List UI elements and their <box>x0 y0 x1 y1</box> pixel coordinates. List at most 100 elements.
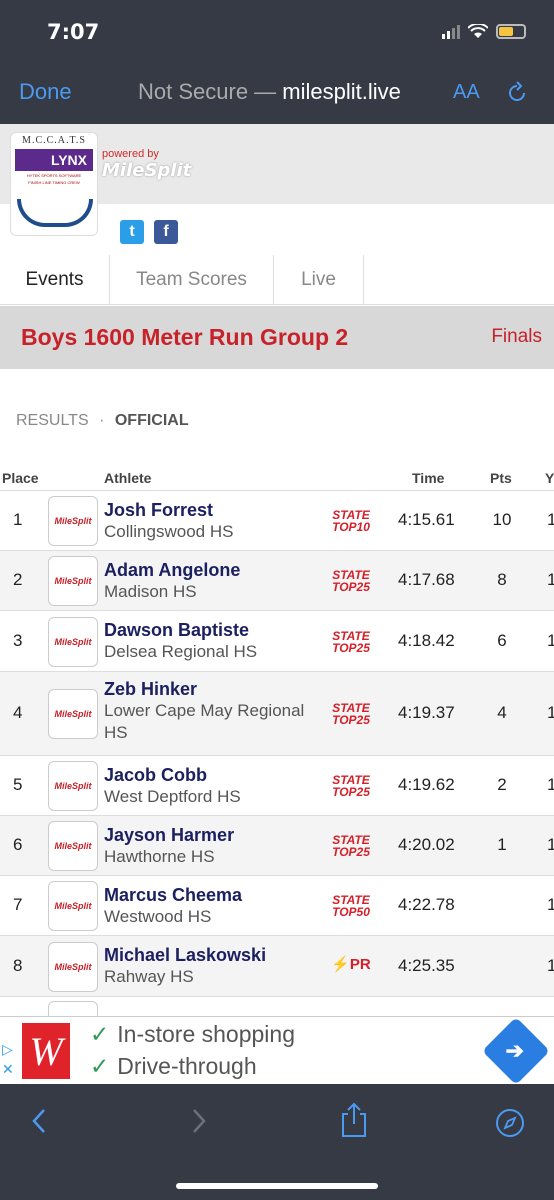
browser-bar: Done Not Secure — milesplit.live AA <box>0 62 554 124</box>
school-name[interactable]: Lower Cape May Regional HS <box>104 700 309 744</box>
rank-line-2: TOP25 <box>332 785 370 799</box>
state-rank-badge: STATE TOP50 <box>330 894 372 918</box>
state-rank-badge: STATE TOP10 <box>330 509 372 533</box>
milesplit-badge[interactable]: MileSplit <box>48 617 98 667</box>
time-cell: 4:15.61 <box>398 510 455 529</box>
wifi-icon <box>468 24 488 38</box>
battery-icon <box>496 24 526 39</box>
col-pts: Pts <box>490 470 512 486</box>
school-name[interactable]: West Deptford HS <box>104 786 309 808</box>
twitter-icon[interactable]: t <box>120 220 144 244</box>
walgreens-logo: W <box>22 1023 70 1079</box>
rank-line-2: TOP25 <box>332 641 370 655</box>
results-official: OFFICIAL <box>114 412 189 429</box>
tab-live[interactable]: Live <box>274 255 364 305</box>
table-row-partial: MileSplit <box>0 996 554 1051</box>
powered-by: powered by MileSplit <box>102 148 191 181</box>
directions-icon[interactable]: ➔ <box>482 1017 550 1085</box>
points-cell: 4 <box>497 703 507 722</box>
share-icon[interactable] <box>339 1102 369 1138</box>
athlete-name[interactable]: Josh Forrest <box>104 499 309 521</box>
points-cell: 6 <box>497 631 507 650</box>
athlete-name[interactable]: Dawson Baptiste <box>104 619 309 641</box>
ad-banner[interactable]: ▷ ✕ W ✓ In-store shopping ✓ Drive-through ➔ <box>0 1016 554 1085</box>
time-cell: 4:25.35 <box>398 956 455 975</box>
state-rank-badge: STATE TOP25 <box>330 630 372 654</box>
ad-line-2: ✓ Drive-through <box>90 1053 257 1080</box>
school-name[interactable]: Rahway HS <box>104 966 309 988</box>
school-name[interactable]: Hawthorne HS <box>104 846 309 868</box>
table-row[interactable]: 2 MileSplit Adam Angelone Madison HS STATE TO… <box>0 550 554 610</box>
athlete-cell: Dawson Baptiste Delsea Regional HS <box>104 619 309 663</box>
milesplit-badge[interactable]: MileSplit <box>48 942 98 992</box>
table-row[interactable]: 1 MileSplit Josh Forrest Collingswood HS STA… <box>0 490 554 550</box>
forward-icon[interactable] <box>186 1106 210 1136</box>
athlete-cell: Jayson Harmer Hawthorne HS <box>104 824 309 868</box>
reload-icon[interactable] <box>504 80 530 106</box>
url-display[interactable]: Not Secure — milesplit.live <box>138 79 401 105</box>
url-domain: milesplit.live <box>282 79 401 104</box>
points-cell: 8 <box>497 570 507 589</box>
table-row[interactable]: 4 MileSplit Zeb Hinker Lower Cape May Regio… <box>0 671 554 755</box>
done-button[interactable]: Done <box>19 79 72 105</box>
table-row[interactable]: 7 MileSplit Marcus Cheema Westwood HS STATE T… <box>0 875 554 935</box>
back-icon[interactable] <box>28 1106 52 1136</box>
col-year: Y <box>545 470 554 486</box>
table-row[interactable]: 8 MileSplit Michael Laskowski Rahway HS ⚡PR 4… <box>0 935 554 996</box>
url-prefix: Not Secure — <box>138 79 277 104</box>
milesplit-badge[interactable]: MileSplit <box>48 881 98 931</box>
place-cell: 2 <box>13 570 23 589</box>
athlete-cell: Jacob Cobb West Deptford HS <box>104 764 309 808</box>
compass-icon[interactable] <box>495 1108 525 1138</box>
year-cell: 1 <box>547 570 554 589</box>
state-rank-badge: STATE TOP25 <box>330 569 372 593</box>
athlete-name[interactable]: Jayson Harmer <box>104 824 309 846</box>
milesplit-badge[interactable]: MileSplit <box>48 689 98 739</box>
tab-team-scores[interactable]: Team Scores <box>110 255 274 305</box>
cellular-signal-icon <box>442 24 460 39</box>
year-cell: 1 <box>547 631 554 650</box>
athlete-cell: Marcus Cheema Westwood HS <box>104 884 309 928</box>
meet-header: M.C.C.A.T.S LYNX HYTEK SPORTS SOFTWARE F… <box>0 124 554 264</box>
table-row[interactable]: 6 MileSplit Jayson Harmer Hawthorne HS STATE… <box>0 815 554 875</box>
logo-name: LYNX <box>15 149 93 171</box>
athlete-name[interactable]: Michael Laskowski <box>104 944 309 966</box>
school-name[interactable]: Delsea Regional HS <box>104 641 309 663</box>
rank-line-2: TOP25 <box>332 845 370 859</box>
table-row[interactable]: 3 MileSplit Dawson Baptiste Delsea Regional… <box>0 610 554 671</box>
athlete-name[interactable]: Marcus Cheema <box>104 884 309 906</box>
points-cell: 2 <box>497 775 507 794</box>
table-row[interactable]: 5 MileSplit Jacob Cobb West Deptford HS STAT… <box>0 755 554 815</box>
year-cell: 1 <box>547 956 554 975</box>
results-table-header: Place Athlete Time Pts Y <box>0 468 554 490</box>
time-cell: 4:20.02 <box>398 835 455 854</box>
time-cell: 4:18.42 <box>398 631 455 650</box>
milesplit-badge[interactable]: MileSplit <box>48 556 98 606</box>
status-icons <box>442 24 526 39</box>
event-round[interactable]: Finals <box>491 326 542 348</box>
ad-line-1-text: In-store shopping <box>117 1021 296 1047</box>
school-name[interactable]: Westwood HS <box>104 906 309 928</box>
ad-line-1: ✓ In-store shopping <box>90 1021 295 1048</box>
year-cell: 1 <box>547 835 554 854</box>
athlete-name[interactable]: Adam Angelone <box>104 559 309 581</box>
status-bar: 7:07 <box>0 0 554 62</box>
athlete-name[interactable]: Zeb Hinker <box>104 678 309 700</box>
time-cell: 4:22.78 <box>398 895 455 914</box>
athlete-cell: Michael Laskowski Rahway HS <box>104 944 309 988</box>
text-size-button[interactable]: AA <box>453 81 480 104</box>
milesplit-badge[interactable]: MileSplit <box>48 496 98 546</box>
athlete-name[interactable]: Jacob Cobb <box>104 764 309 786</box>
event-header: Boys 1600 Meter Run Group 2 Finals <box>0 306 554 369</box>
milesplit-badge[interactable]: MileSplit <box>48 761 98 811</box>
milesplit-badge[interactable]: MileSplit <box>48 821 98 871</box>
event-name: Boys 1600 Meter Run Group 2 <box>21 324 349 350</box>
year-cell: 1 <box>547 775 554 794</box>
ad-info-icon[interactable]: ▷ ✕ <box>2 1039 14 1079</box>
pr-badge: ⚡PR <box>331 956 371 973</box>
home-indicator <box>176 1183 378 1189</box>
facebook-icon[interactable]: f <box>154 220 178 244</box>
tab-events[interactable]: Events <box>0 255 110 305</box>
school-name[interactable]: Madison HS <box>104 581 309 603</box>
school-name[interactable]: Collingswood HS <box>104 521 309 543</box>
